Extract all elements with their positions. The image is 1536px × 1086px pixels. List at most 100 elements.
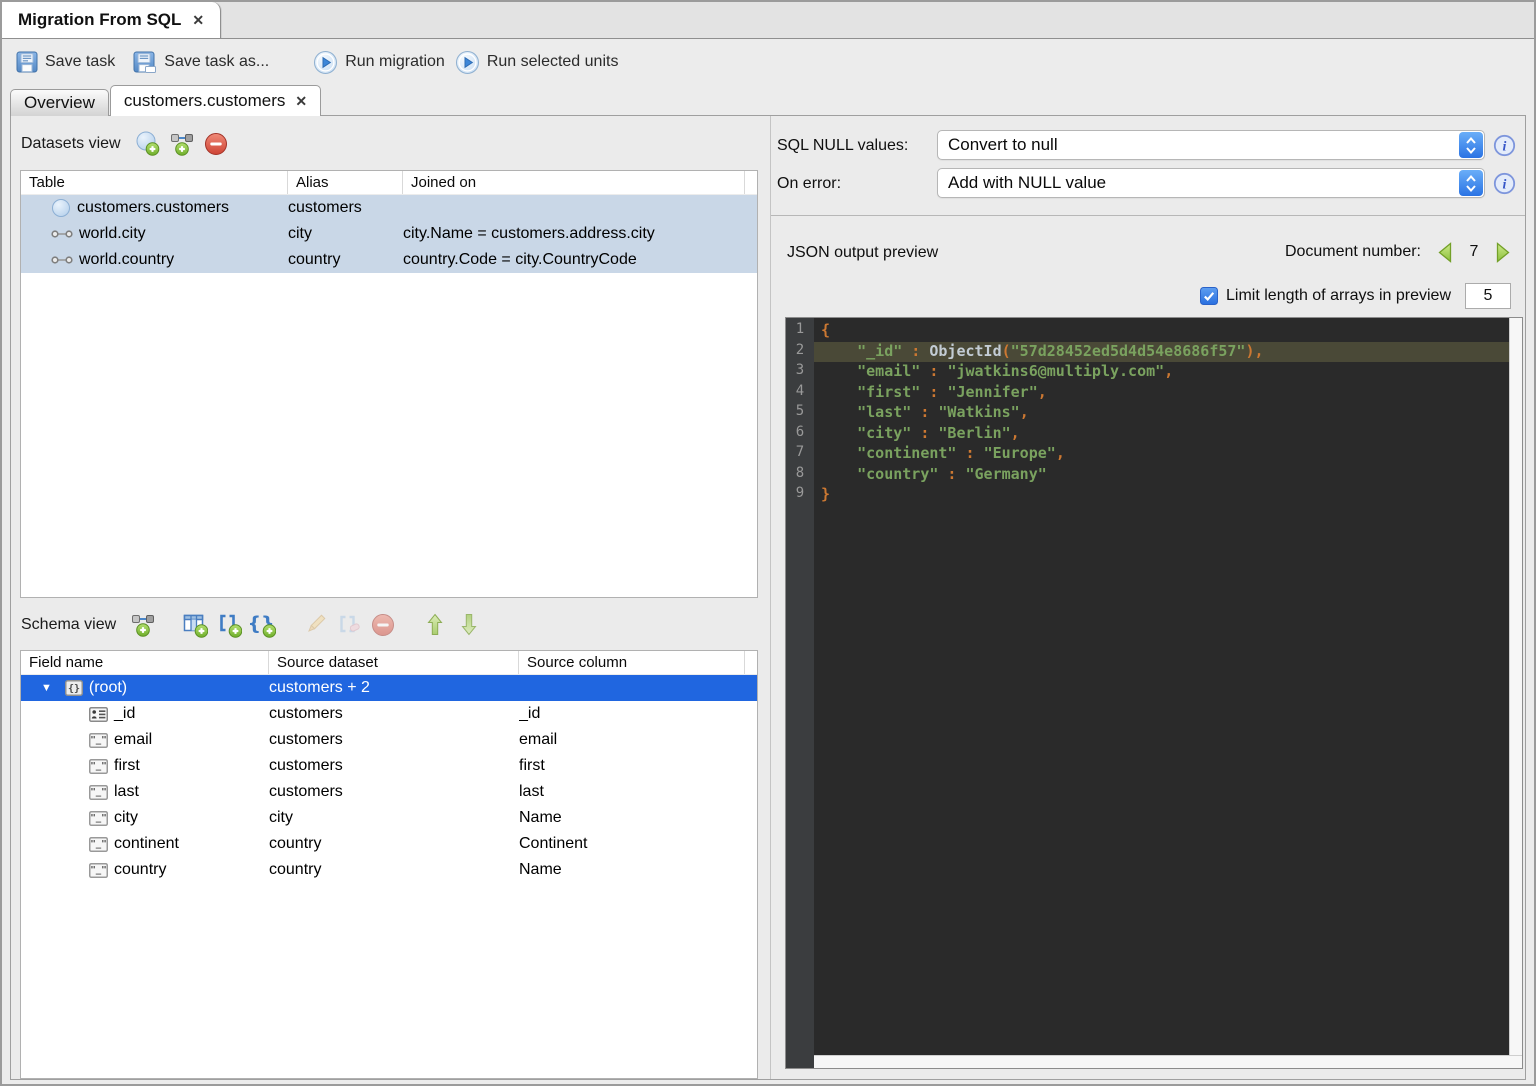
horizontal-scrollbar[interactable] [814, 1055, 1522, 1068]
save-task-as-button[interactable]: Save task as... [133, 51, 269, 73]
close-icon[interactable]: ✕ [192, 13, 204, 27]
run-migration-button[interactable]: Run migration [313, 50, 445, 75]
tab-overview[interactable]: Overview [10, 89, 109, 116]
add-joined-dataset-icon[interactable] [169, 131, 195, 157]
tab-customers-label: customers.customers [123, 91, 286, 110]
dataset-joined-on: city.Name = customers.address.city [403, 225, 655, 242]
limit-arrays-checkbox[interactable] [1200, 287, 1219, 305]
code-token: "Watkins" [938, 403, 1020, 421]
document-number-label: Document number: [1284, 243, 1421, 260]
schema-source-dataset: country [269, 861, 322, 878]
schema-source-column-cell: _id [519, 701, 757, 727]
dataset-table-cell: world.country [21, 247, 288, 273]
editor-gutter: 1 2 3 4 5 6 7 8 9 [786, 318, 814, 1068]
schema-source-dataset-cell: customers [269, 779, 519, 805]
info-icon[interactable]: i [1493, 172, 1516, 195]
move-up-icon[interactable] [422, 612, 448, 638]
column-header-source-dataset[interactable]: Source dataset [269, 651, 519, 674]
code-line: "country" : "Germany" [814, 465, 1509, 486]
run-selected-units-button[interactable]: Run selected units [455, 50, 618, 75]
toolbar: Save task Save task as... Run migration … [2, 39, 1534, 85]
column-header-table[interactable]: Table [21, 171, 288, 194]
code-token: "last" [857, 403, 912, 421]
svg-text:"_": "_" [90, 735, 106, 745]
line-number: 7 [795, 444, 805, 460]
vertical-scrollbar[interactable] [1509, 318, 1522, 1055]
schema-field-name: email [114, 731, 153, 748]
save-task-button[interactable]: Save task [16, 51, 115, 73]
string-field-icon: "_" [89, 732, 108, 748]
main-tab-title: Migration From SQL [18, 10, 182, 29]
code-token: "Germany" [965, 464, 1047, 483]
schema-source-column: email [519, 731, 558, 748]
join-link-icon [51, 256, 73, 264]
edit-field-icon[interactable] [302, 612, 328, 638]
schema-field-row[interactable]: "_" email customers email [21, 727, 757, 753]
code-token: , [1019, 403, 1029, 421]
column-header-joined-on[interactable]: Joined on [403, 171, 744, 194]
schema-source-dataset-cell: customers + 2 [269, 675, 519, 701]
info-icon[interactable]: i [1493, 134, 1516, 157]
add-dataset-icon[interactable] [135, 131, 161, 157]
editor-code[interactable]: { "_id" : ObjectId("57d28452ed5d4d54e868… [814, 318, 1509, 1055]
datasets-view-header: Datasets view [21, 129, 229, 159]
column-header-alias[interactable]: Alias [288, 171, 403, 194]
line-number: 6 [795, 423, 805, 440]
on-error-dropdown[interactable]: Add with NULL value [937, 168, 1485, 198]
collection-icon [52, 199, 70, 217]
schema-source-column: _id [519, 705, 541, 722]
previous-document-icon[interactable] [1437, 241, 1453, 263]
next-document-icon[interactable] [1495, 241, 1511, 263]
add-column-field-icon[interactable] [182, 612, 209, 638]
string-field-icon: "_" [89, 836, 108, 852]
expand-collapse-icon[interactable]: ▼ [41, 682, 52, 694]
schema-field-row[interactable]: "_" continent country Continent [21, 831, 757, 857]
limit-arrays-input[interactable] [1465, 283, 1511, 309]
column-header-source-column[interactable]: Source column [519, 651, 744, 674]
dataset-table-cell: customers.customers [21, 195, 288, 221]
schema-field-row[interactable]: "_" city city Name [21, 805, 757, 831]
svg-text:i: i [1503, 140, 1507, 155]
code-token: "jwatkins6@multiply.com" [947, 362, 1165, 380]
main-tabbar: Migration From SQL ✕ [2, 2, 1534, 39]
schema-field-row[interactable]: "_" first customers first [21, 753, 757, 779]
code-token: { [821, 321, 831, 339]
dataset-row[interactable]: world.city city city.Name = customers.addr… [21, 221, 757, 247]
schema-field-row[interactable]: _id customers _id [21, 701, 757, 727]
add-join-icon[interactable] [130, 612, 156, 638]
divider [771, 215, 1525, 216]
sql-null-values-dropdown[interactable]: Convert to null [937, 130, 1485, 160]
svg-text:i: i [1503, 178, 1507, 193]
save-as-icon [133, 51, 157, 73]
remove-dataset-icon[interactable] [203, 131, 229, 157]
close-icon[interactable]: ✕ [295, 94, 307, 108]
dataset-alias-cell: customers [288, 195, 403, 221]
schema-root-row[interactable]: ▼ {} (root) customers + 2 [21, 675, 757, 701]
schema-rows: ▼ {} (root) customers + 2 _id customers _id "_"… [21, 675, 757, 883]
dataset-table-cell: world.city [21, 221, 288, 247]
move-down-icon[interactable] [456, 612, 482, 638]
tab-migration-from-sql[interactable]: Migration From SQL ✕ [2, 2, 222, 38]
column-header-field-name[interactable]: Field name [21, 651, 269, 674]
json-preview-editor[interactable]: 1 2 3 4 5 6 7 8 9 { "_id" : ObjectId("57d28452ed… [785, 317, 1523, 1069]
schema-source-dataset: customers [269, 731, 343, 748]
tab-customers-customers[interactable]: customers.customers ✕ [109, 85, 322, 116]
string-field-icon: "_" [89, 784, 108, 800]
code-token: "Europe" [983, 444, 1056, 462]
dataset-table-name: customers.customers [77, 199, 230, 216]
remove-field-icon[interactable] [370, 612, 396, 638]
add-document-field-icon[interactable]: {} [250, 612, 277, 638]
dataset-row[interactable]: customers.customers customers [21, 195, 757, 221]
clear-field-icon[interactable] [336, 612, 362, 638]
schema-field-name: (root) [88, 679, 128, 696]
schema-field-row[interactable]: "_" last customers last [21, 779, 757, 805]
schema-field-row[interactable]: "_" country country Name [21, 857, 757, 883]
dataset-row[interactable]: world.country country country.Code = city.… [21, 247, 757, 273]
dataset-alias: country [288, 251, 341, 268]
add-array-field-icon[interactable] [216, 612, 243, 638]
code-line: } [814, 485, 1509, 506]
svg-text:"_": "_" [90, 865, 106, 875]
